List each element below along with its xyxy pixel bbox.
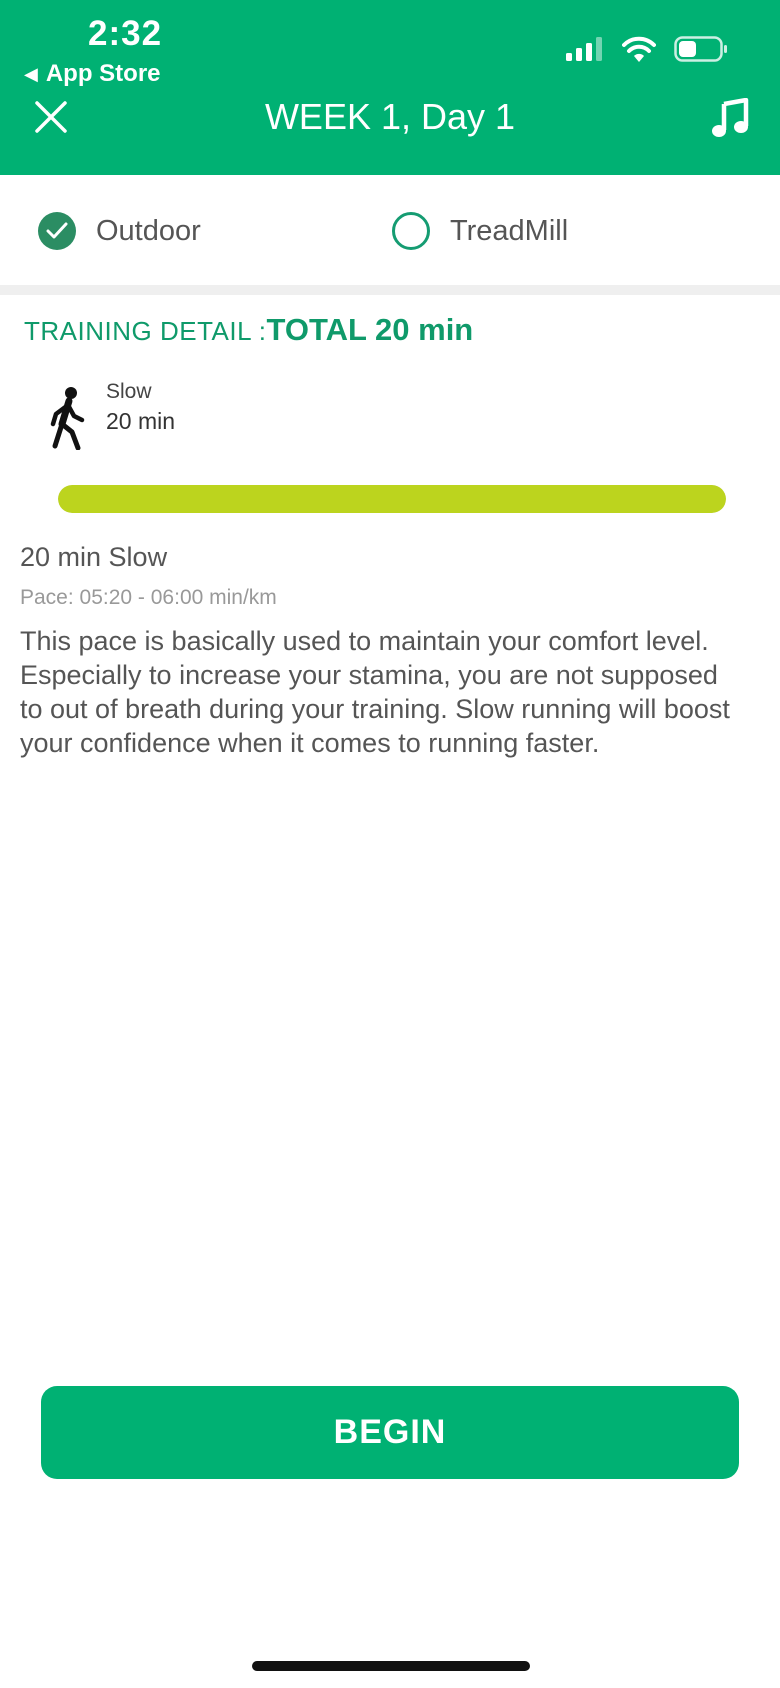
mode-label-outdoor: Outdoor bbox=[96, 214, 201, 247]
pace-range: Pace: 05:20 - 06:00 min/km bbox=[20, 586, 277, 609]
training-segment: Slow 20 min bbox=[48, 380, 175, 450]
training-detail-label: TRAINING DETAIL : bbox=[24, 316, 267, 346]
pace-description: This pace is basically used to maintain … bbox=[20, 626, 730, 758]
radio-checked[interactable] bbox=[38, 212, 76, 250]
radio-unchecked[interactable] bbox=[392, 212, 430, 250]
training-progress-bar bbox=[58, 485, 726, 513]
mode-option-treadmill[interactable]: TreadMill bbox=[392, 212, 568, 250]
music-note-icon[interactable] bbox=[710, 98, 750, 138]
training-total: TOTAL 20 min bbox=[266, 312, 474, 347]
cellular-signal-icon bbox=[566, 37, 602, 61]
header-bar: 2:32 ◀ App Store WEEK 1, Day 1 bbox=[0, 0, 780, 175]
mode-selector: Outdoor TreadMill bbox=[0, 175, 780, 285]
pace-title: 20 min Slow bbox=[20, 542, 168, 572]
progress-fill bbox=[58, 485, 726, 513]
back-label: App Store bbox=[45, 60, 161, 87]
status-icons bbox=[566, 36, 728, 62]
page-title: WEEK 1, Day 1 bbox=[264, 96, 516, 137]
training-detail-header: TRAINING DETAIL : TOTAL 20 min bbox=[24, 312, 473, 348]
home-indicator[interactable] bbox=[252, 1661, 530, 1671]
status-time: 2:32 bbox=[88, 14, 163, 53]
back-to-app-store[interactable]: ◀ App Store bbox=[24, 60, 161, 88]
checkmark-icon bbox=[46, 222, 68, 239]
triangle-left-icon: ◀ bbox=[24, 63, 38, 84]
segment-text: Slow 20 min bbox=[106, 380, 175, 435]
workout-screen: 2:32 ◀ App Store WEEK 1, Day 1 Outdoor T… bbox=[0, 0, 780, 1688]
mode-label-treadmill: TreadMill bbox=[450, 214, 569, 247]
section-divider bbox=[0, 285, 780, 295]
segment-type: Slow bbox=[106, 380, 152, 403]
walking-person-icon bbox=[50, 387, 85, 450]
mode-option-outdoor[interactable]: Outdoor bbox=[38, 212, 201, 250]
battery-icon bbox=[674, 36, 727, 62]
begin-button[interactable]: BEGIN bbox=[41, 1386, 739, 1479]
wifi-icon bbox=[622, 36, 656, 62]
segment-duration: 20 min bbox=[106, 408, 176, 434]
